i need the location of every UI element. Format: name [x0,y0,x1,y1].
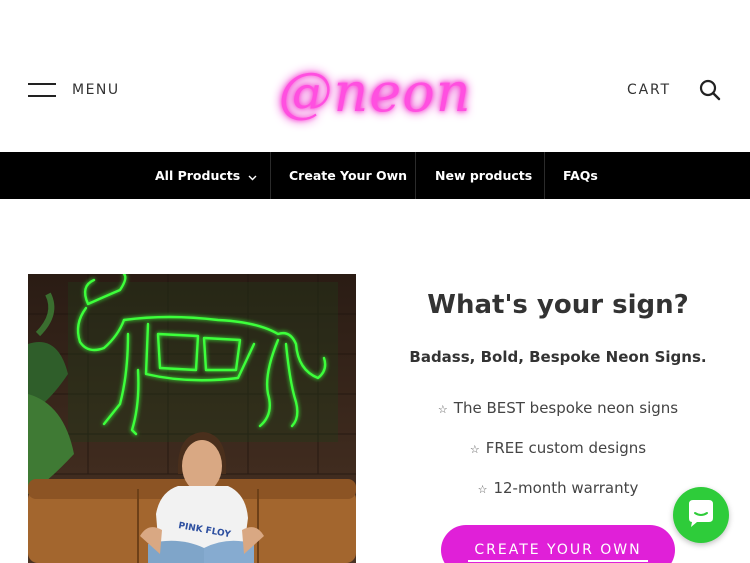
nav-item-faqs[interactable]: FAQs [563,152,598,199]
star-icon: ☆ [437,403,448,416]
site-header: MENU @neon CART [0,0,750,152]
site-logo[interactable]: @neon [230,62,520,132]
nav-item-create-your-own[interactable]: Create Your Own [289,152,407,199]
nav-item-label: New products [435,168,533,183]
cta-label: CREATE YOUR OWN [474,542,642,558]
chevron-down-icon [248,153,257,200]
promo-subtitle: Badass, Bold, Bespoke Neon Signs. [409,348,707,366]
nav-item-new-products[interactable]: New products [435,152,532,199]
promo-panel: What's your sign? Badass, Bold, Bespoke … [380,290,736,508]
nav-divider [270,152,271,199]
hero-photo: PINK FLOY [28,274,356,563]
hero-image: PINK FLOY [28,274,356,563]
feature-text: 12-month warranty [493,479,639,497]
promo-title: What's your sign? [427,290,689,320]
nav-item-label: FAQs [563,168,598,183]
search-icon [699,79,721,101]
feature-text: FREE custom designs [485,439,647,457]
logo-text: @neon [278,61,472,124]
chat-bubble-icon [689,500,713,527]
feature-item: ☆ FREE custom designs [380,428,736,468]
star-icon: ☆ [477,483,488,496]
nav-item-label: All Products [155,168,241,183]
search-button[interactable] [699,79,721,101]
star-icon: ☆ [469,443,480,456]
create-your-own-button[interactable]: CREATE YOUR OWN [441,525,675,563]
main-navigation: All Products Create Your Own New product… [0,152,750,199]
cart-link[interactable]: CART [627,82,671,98]
nav-item-label: Create Your Own [289,168,408,183]
menu-button[interactable]: MENU [28,82,120,98]
nav-divider [544,152,545,199]
feature-item: ☆ The BEST bespoke neon signs [380,388,736,428]
cta-underline [468,560,648,562]
nav-item-all-products[interactable]: All Products [155,152,257,199]
hamburger-icon [28,83,56,97]
nav-divider [415,152,416,199]
feature-text: The BEST bespoke neon signs [453,399,679,417]
chat-button[interactable] [673,487,729,543]
menu-label: MENU [72,82,120,98]
